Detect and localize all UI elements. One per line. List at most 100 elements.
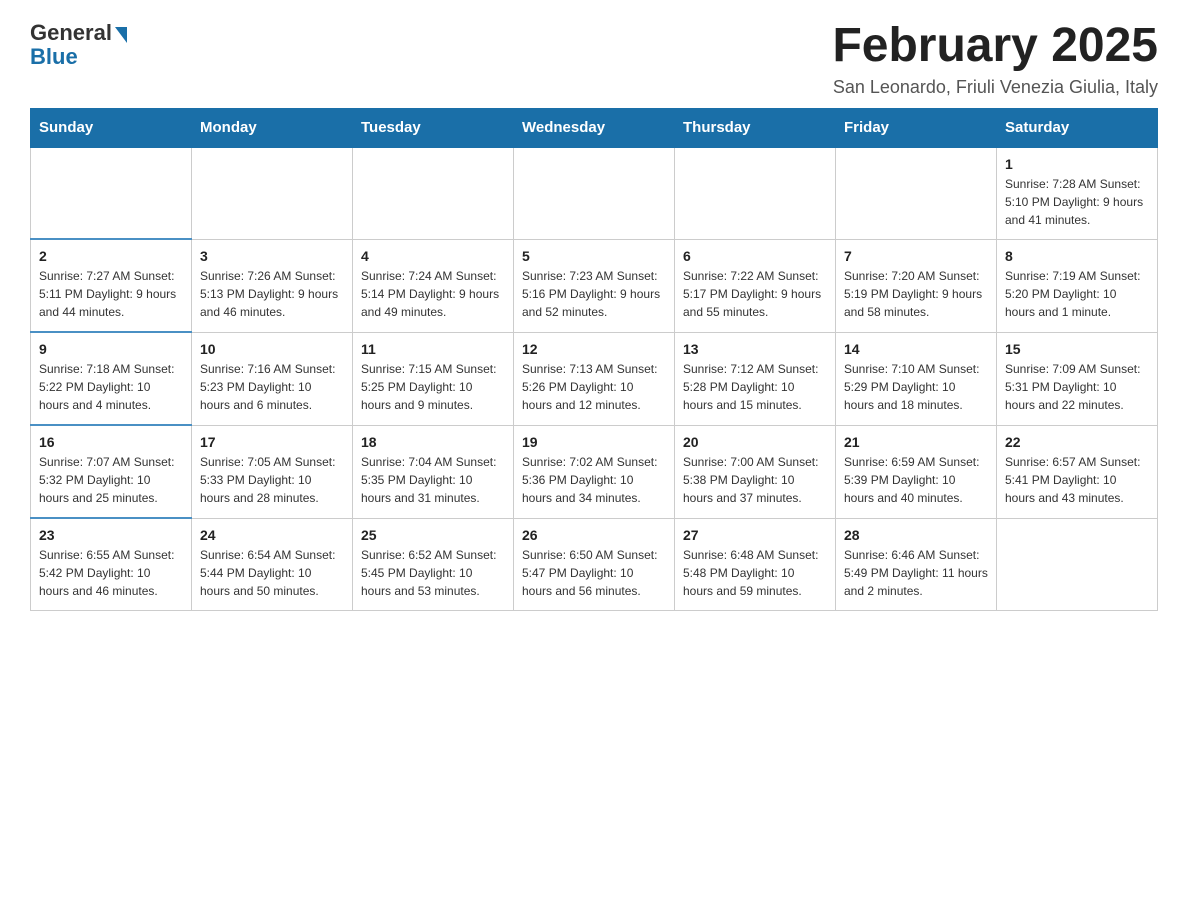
calendar-cell: 5 Sunrise: 7:23 AM Sunset: 5:16 PM Daylig… bbox=[514, 239, 675, 332]
day-info: Sunrise: 7:18 AM Sunset: 5:22 PM Dayligh… bbox=[39, 360, 183, 414]
calendar-cell bbox=[997, 518, 1158, 611]
calendar-cell: 16 Sunrise: 7:07 AM Sunset: 5:32 PM Dayli… bbox=[31, 425, 192, 518]
day-info: Sunrise: 6:59 AM Sunset: 5:39 PM Dayligh… bbox=[844, 453, 988, 507]
logo-blue-text: Blue bbox=[30, 44, 78, 70]
calendar-cell: 11Sunrise: 7:15 AM Sunset: 5:25 PM Dayli… bbox=[353, 332, 514, 425]
day-number: 22 bbox=[1005, 434, 1149, 450]
day-number: 10 bbox=[200, 341, 344, 357]
location-title: San Leonardo, Friuli Venezia Giulia, Ita… bbox=[832, 77, 1158, 98]
title-block: February 2025 San Leonardo, Friuli Venez… bbox=[832, 20, 1158, 98]
day-number: 9 bbox=[39, 341, 183, 357]
day-info: Sunrise: 7:04 AM Sunset: 5:35 PM Dayligh… bbox=[361, 453, 505, 507]
calendar-cell: 25Sunrise: 6:52 AM Sunset: 5:45 PM Dayli… bbox=[353, 518, 514, 611]
calendar-cell: 17 Sunrise: 7:05 AM Sunset: 5:33 PM Dayli… bbox=[192, 425, 353, 518]
day-number: 27 bbox=[683, 527, 827, 543]
calendar-cell: 21 Sunrise: 6:59 AM Sunset: 5:39 PM Dayli… bbox=[836, 425, 997, 518]
day-info: Sunrise: 7:16 AM Sunset: 5:23 PM Dayligh… bbox=[200, 360, 344, 414]
calendar-week-3: 9 Sunrise: 7:18 AM Sunset: 5:22 PM Daylig… bbox=[31, 332, 1158, 425]
calendar-cell: 12Sunrise: 7:13 AM Sunset: 5:26 PM Dayli… bbox=[514, 332, 675, 425]
day-number: 5 bbox=[522, 248, 666, 264]
day-number: 24 bbox=[200, 527, 344, 543]
calendar-header: SundayMondayTuesdayWednesdayThursdayFrid… bbox=[31, 108, 1158, 147]
page-header: General Blue February 2025 San Leonardo,… bbox=[30, 20, 1158, 98]
calendar-cell: 6 Sunrise: 7:22 AM Sunset: 5:17 PM Daylig… bbox=[675, 239, 836, 332]
calendar-cell: 14 Sunrise: 7:10 AM Sunset: 5:29 PM Dayli… bbox=[836, 332, 997, 425]
day-info: Sunrise: 7:20 AM Sunset: 5:19 PM Dayligh… bbox=[844, 267, 988, 321]
day-info: Sunrise: 7:19 AM Sunset: 5:20 PM Dayligh… bbox=[1005, 267, 1149, 321]
calendar-cell: 3Sunrise: 7:26 AM Sunset: 5:13 PM Daylig… bbox=[192, 239, 353, 332]
day-number: 20 bbox=[683, 434, 827, 450]
day-info: Sunrise: 7:22 AM Sunset: 5:17 PM Dayligh… bbox=[683, 267, 827, 321]
day-info: Sunrise: 6:57 AM Sunset: 5:41 PM Dayligh… bbox=[1005, 453, 1149, 507]
calendar-cell: 2 Sunrise: 7:27 AM Sunset: 5:11 PM Daylig… bbox=[31, 239, 192, 332]
day-header-sunday: Sunday bbox=[31, 108, 192, 147]
day-number: 25 bbox=[361, 527, 505, 543]
calendar-cell: 4 Sunrise: 7:24 AM Sunset: 5:14 PM Daylig… bbox=[353, 239, 514, 332]
calendar-cell bbox=[31, 147, 192, 240]
calendar-cell: 9 Sunrise: 7:18 AM Sunset: 5:22 PM Daylig… bbox=[31, 332, 192, 425]
day-number: 4 bbox=[361, 248, 505, 264]
day-info: Sunrise: 6:54 AM Sunset: 5:44 PM Dayligh… bbox=[200, 546, 344, 600]
day-info: Sunrise: 7:27 AM Sunset: 5:11 PM Dayligh… bbox=[39, 267, 183, 321]
calendar-week-4: 16 Sunrise: 7:07 AM Sunset: 5:32 PM Dayli… bbox=[31, 425, 1158, 518]
day-number: 28 bbox=[844, 527, 988, 543]
calendar-cell: 8 Sunrise: 7:19 AM Sunset: 5:20 PM Daylig… bbox=[997, 239, 1158, 332]
logo-general-text: General bbox=[30, 20, 112, 46]
calendar-cell: 26 Sunrise: 6:50 AM Sunset: 5:47 PM Dayli… bbox=[514, 518, 675, 611]
day-info: Sunrise: 6:55 AM Sunset: 5:42 PM Dayligh… bbox=[39, 546, 183, 600]
day-header-saturday: Saturday bbox=[997, 108, 1158, 147]
calendar-body: 1 Sunrise: 7:28 AM Sunset: 5:10 PM Daylig… bbox=[31, 147, 1158, 611]
day-number: 6 bbox=[683, 248, 827, 264]
day-number: 21 bbox=[844, 434, 988, 450]
calendar-cell: 18 Sunrise: 7:04 AM Sunset: 5:35 PM Dayli… bbox=[353, 425, 514, 518]
day-info: Sunrise: 7:02 AM Sunset: 5:36 PM Dayligh… bbox=[522, 453, 666, 507]
calendar-cell bbox=[353, 147, 514, 240]
calendar-cell: 19 Sunrise: 7:02 AM Sunset: 5:36 PM Dayli… bbox=[514, 425, 675, 518]
day-number: 18 bbox=[361, 434, 505, 450]
day-number: 7 bbox=[844, 248, 988, 264]
day-info: Sunrise: 7:28 AM Sunset: 5:10 PM Dayligh… bbox=[1005, 175, 1149, 229]
calendar-cell bbox=[192, 147, 353, 240]
day-number: 17 bbox=[200, 434, 344, 450]
day-header-monday: Monday bbox=[192, 108, 353, 147]
day-info: Sunrise: 7:26 AM Sunset: 5:13 PM Dayligh… bbox=[200, 267, 344, 321]
calendar-cell bbox=[836, 147, 997, 240]
day-number: 2 bbox=[39, 248, 183, 264]
day-info: Sunrise: 7:07 AM Sunset: 5:32 PM Dayligh… bbox=[39, 453, 183, 507]
day-info: Sunrise: 7:23 AM Sunset: 5:16 PM Dayligh… bbox=[522, 267, 666, 321]
day-info: Sunrise: 7:05 AM Sunset: 5:33 PM Dayligh… bbox=[200, 453, 344, 507]
month-title: February 2025 bbox=[832, 20, 1158, 73]
logo: General Blue bbox=[30, 20, 127, 70]
calendar-cell bbox=[514, 147, 675, 240]
day-number: 26 bbox=[522, 527, 666, 543]
calendar-cell bbox=[675, 147, 836, 240]
calendar-cell: 27 Sunrise: 6:48 AM Sunset: 5:48 PM Dayli… bbox=[675, 518, 836, 611]
calendar-cell: 7 Sunrise: 7:20 AM Sunset: 5:19 PM Daylig… bbox=[836, 239, 997, 332]
day-info: Sunrise: 6:48 AM Sunset: 5:48 PM Dayligh… bbox=[683, 546, 827, 600]
calendar-cell: 28 Sunrise: 6:46 AM Sunset: 5:49 PM Dayli… bbox=[836, 518, 997, 611]
day-info: Sunrise: 6:46 AM Sunset: 5:49 PM Dayligh… bbox=[844, 546, 988, 600]
day-number: 14 bbox=[844, 341, 988, 357]
day-info: Sunrise: 7:15 AM Sunset: 5:25 PM Dayligh… bbox=[361, 360, 505, 414]
logo-arrow-icon bbox=[115, 27, 127, 43]
day-number: 16 bbox=[39, 434, 183, 450]
calendar-week-5: 23 Sunrise: 6:55 AM Sunset: 5:42 PM Dayli… bbox=[31, 518, 1158, 611]
day-number: 23 bbox=[39, 527, 183, 543]
calendar-week-2: 2 Sunrise: 7:27 AM Sunset: 5:11 PM Daylig… bbox=[31, 239, 1158, 332]
day-info: Sunrise: 6:50 AM Sunset: 5:47 PM Dayligh… bbox=[522, 546, 666, 600]
day-number: 8 bbox=[1005, 248, 1149, 264]
day-header-thursday: Thursday bbox=[675, 108, 836, 147]
day-info: Sunrise: 7:00 AM Sunset: 5:38 PM Dayligh… bbox=[683, 453, 827, 507]
day-header-wednesday: Wednesday bbox=[514, 108, 675, 147]
day-number: 13 bbox=[683, 341, 827, 357]
day-number: 19 bbox=[522, 434, 666, 450]
day-header-row: SundayMondayTuesdayWednesdayThursdayFrid… bbox=[31, 108, 1158, 147]
calendar-cell: 13 Sunrise: 7:12 AM Sunset: 5:28 PM Dayli… bbox=[675, 332, 836, 425]
calendar-cell: 15Sunrise: 7:09 AM Sunset: 5:31 PM Dayli… bbox=[997, 332, 1158, 425]
day-info: Sunrise: 7:24 AM Sunset: 5:14 PM Dayligh… bbox=[361, 267, 505, 321]
day-number: 1 bbox=[1005, 156, 1149, 172]
calendar-cell: 10 Sunrise: 7:16 AM Sunset: 5:23 PM Dayli… bbox=[192, 332, 353, 425]
calendar-cell: 1 Sunrise: 7:28 AM Sunset: 5:10 PM Daylig… bbox=[997, 147, 1158, 240]
day-info: Sunrise: 7:12 AM Sunset: 5:28 PM Dayligh… bbox=[683, 360, 827, 414]
day-info: Sunrise: 7:10 AM Sunset: 5:29 PM Dayligh… bbox=[844, 360, 988, 414]
